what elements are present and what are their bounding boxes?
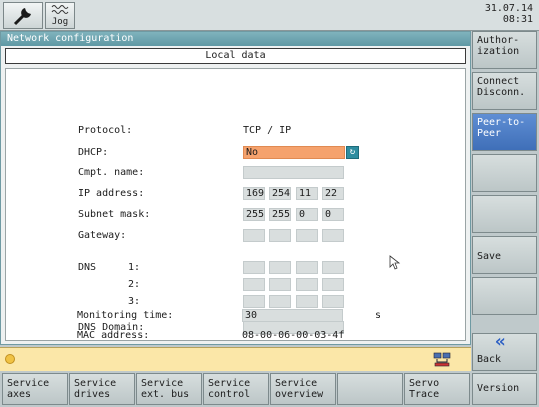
- softkey-empty-7[interactable]: [472, 277, 537, 315]
- window-title: Network configuration: [1, 32, 470, 46]
- ip-address-label: IP address:: [78, 188, 145, 199]
- subnet-octet-1[interactable]: 255: [243, 208, 265, 221]
- ip-octet-3[interactable]: 11: [296, 187, 318, 200]
- dns1-octet-1[interactable]: [243, 261, 265, 274]
- service-drives-button[interactable]: Service drives: [69, 373, 135, 405]
- peer-label: Peer-to- Peer: [477, 117, 526, 139]
- softkey-empty-5[interactable]: [472, 195, 537, 233]
- dns3-octet-3[interactable]: [296, 295, 318, 308]
- ip-octet-1[interactable]: 169: [243, 187, 265, 200]
- subnet-octet-2[interactable]: 255: [269, 208, 291, 221]
- subnet-mask-label: Subnet mask:: [78, 209, 151, 220]
- computer-name-label: Cmpt. name:: [78, 167, 145, 178]
- dns3-octet-2[interactable]: [269, 295, 291, 308]
- hmi-screen: Jog 31.07.14 08:31 Network configuration…: [0, 0, 539, 407]
- wrench-button[interactable]: [3, 2, 43, 29]
- servo-trace-button[interactable]: Servo Trace: [404, 373, 470, 405]
- time-text: 08:31: [502, 14, 533, 25]
- dns1-octet-3[interactable]: [296, 261, 318, 274]
- dns-3-label: 3:: [128, 296, 141, 307]
- authorization-button[interactable]: Author- ization: [472, 31, 537, 69]
- connect-label: Connect Disconn.: [477, 76, 526, 98]
- dns-label: DNS: [78, 262, 97, 273]
- monitoring-time-label: Monitoring time:: [77, 310, 174, 321]
- subnet-octet-4[interactable]: 0: [322, 208, 344, 221]
- dns2-octet-1[interactable]: [243, 278, 265, 291]
- jog-button[interactable]: Jog: [45, 2, 75, 29]
- service-ext-bus-label: Service ext. bus: [141, 378, 190, 400]
- section-header: Local data: [5, 48, 466, 64]
- version-button[interactable]: Version: [472, 373, 537, 405]
- softkey-bottom-empty[interactable]: [337, 373, 403, 405]
- service-overview-button[interactable]: Service overview: [270, 373, 336, 405]
- dns2-octet-3[interactable]: [296, 278, 318, 291]
- peer-to-peer-button[interactable]: Peer-to- Peer: [472, 113, 537, 151]
- top-bar: Jog: [0, 0, 470, 31]
- dns1-octet-4[interactable]: [322, 261, 344, 274]
- back-label: Back: [477, 354, 502, 365]
- gateway-octet-1[interactable]: [243, 229, 265, 242]
- service-axes-button[interactable]: Service axes: [2, 373, 68, 405]
- softkey-empty-4[interactable]: [472, 154, 537, 192]
- gateway-label: Gateway:: [78, 230, 127, 241]
- dns1-octet-2[interactable]: [269, 261, 291, 274]
- status-indicator-icon: [5, 354, 15, 364]
- ip-octet-2[interactable]: 254: [269, 187, 291, 200]
- ip-octet-4[interactable]: 22: [322, 187, 344, 200]
- protocol-value: TCP / IP: [243, 125, 292, 136]
- dns3-octet-1[interactable]: [243, 295, 265, 308]
- service-control-button[interactable]: Service control: [203, 373, 269, 405]
- service-overview-label: Service overview: [275, 378, 324, 400]
- dhcp-select[interactable]: No: [243, 146, 345, 159]
- mac-address-label: MAC address:: [77, 330, 150, 341]
- dns3-octet-4[interactable]: [322, 295, 344, 308]
- mouse-pointer-icon: [389, 255, 401, 270]
- save-button[interactable]: Save: [472, 236, 537, 274]
- protocol-label: Protocol:: [78, 125, 133, 136]
- back-button[interactable]: « Back: [472, 333, 537, 371]
- status-bar: [0, 347, 471, 371]
- service-ext-bus-button[interactable]: Service ext. bus: [136, 373, 202, 405]
- gateway-octet-4[interactable]: [322, 229, 344, 242]
- toggle-cycle-icon[interactable]: ↻: [346, 146, 359, 159]
- wrench-icon: [13, 8, 31, 26]
- double-chevron-up-icon: «: [495, 331, 506, 352]
- jog-label: Jog: [51, 17, 69, 27]
- network-configuration-window: Network configuration Local data Protoco…: [0, 31, 471, 345]
- dhcp-label: DHCP:: [78, 147, 109, 158]
- date-text: 31.07.14: [484, 3, 533, 14]
- gateway-octet-3[interactable]: [296, 229, 318, 242]
- servo-trace-label: Servo Trace: [409, 378, 440, 400]
- dns2-octet-4[interactable]: [322, 278, 344, 291]
- computer-name-field[interactable]: [243, 166, 344, 179]
- dns2-octet-2[interactable]: [269, 278, 291, 291]
- connect-disconnect-button[interactable]: Connect Disconn.: [472, 72, 537, 110]
- authorization-label: Author- ization: [477, 35, 520, 57]
- subnet-octet-3[interactable]: 0: [296, 208, 318, 221]
- monitoring-unit: s: [375, 310, 382, 321]
- service-axes-label: Service axes: [7, 378, 50, 400]
- gateway-octet-2[interactable]: [269, 229, 291, 242]
- version-label: Version: [477, 383, 520, 394]
- monitoring-time-field[interactable]: 30: [242, 309, 343, 322]
- network-computers-icon: [433, 352, 451, 367]
- mac-address-value: 08-00-06-00-03-4f: [242, 330, 345, 341]
- service-drives-label: Service drives: [74, 378, 117, 400]
- dns-2-label: 2:: [128, 279, 141, 290]
- save-label: Save: [477, 251, 502, 262]
- dns-1-label: 1:: [128, 262, 141, 273]
- date-time-display: 31.07.14 08:31: [470, 0, 539, 31]
- service-control-label: Service control: [208, 378, 251, 400]
- form-area: Protocol: TCP / IP DHCP: No ↻ Cmpt. name…: [5, 68, 466, 341]
